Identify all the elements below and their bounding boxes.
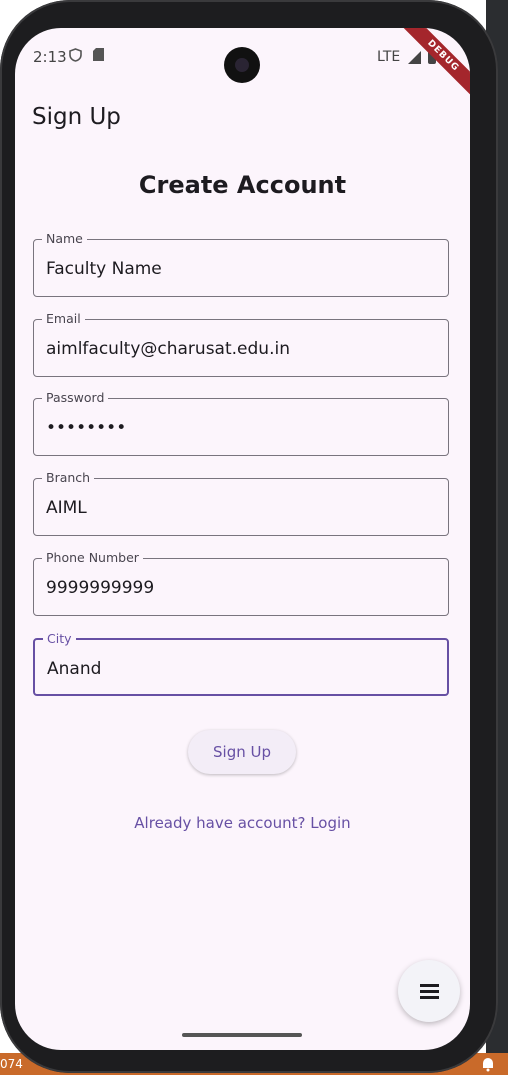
app-screen: 2:13 LTE DEBUG Sign Up Create Account Na… (15, 28, 470, 1050)
sign-up-button[interactable]: Sign Up (188, 730, 296, 774)
form-heading: Create Account (138, 171, 347, 199)
home-indicator[interactable] (182, 1033, 302, 1037)
email-field-value: aimlfaculty@charusat.edu.in (46, 339, 290, 359)
branch-field-label: Branch (42, 470, 95, 485)
branch-field-value: AIML (46, 498, 87, 518)
host-taskbar-text: 074 (0, 1057, 23, 1071)
city-field[interactable]: City Anand (33, 631, 449, 696)
name-field[interactable]: Name Faculty Name (33, 231, 449, 297)
city-field-label: City (43, 631, 76, 646)
network-type: LTE (377, 49, 401, 65)
city-field-value: Anand (47, 659, 102, 679)
phone-field[interactable]: Phone Number 9999999999 (33, 550, 449, 616)
status-time: 2:13 (33, 48, 67, 66)
menu-fab[interactable] (398, 960, 460, 1022)
signal-icon (408, 51, 421, 64)
debug-banner: DEBUG (398, 28, 470, 101)
email-field-label: Email (42, 311, 85, 326)
notification-icon[interactable] (480, 1056, 496, 1072)
branch-field[interactable]: Branch AIML (33, 470, 449, 536)
password-field[interactable]: Password •••••••• (33, 390, 449, 456)
password-field-value: •••••••• (46, 418, 127, 438)
email-field[interactable]: Email aimlfaculty@charusat.edu.in (33, 311, 449, 377)
phone-field-label: Phone Number (42, 550, 143, 565)
login-link[interactable]: Already have account? Login (15, 814, 470, 832)
front-camera (224, 47, 260, 83)
password-field-label: Password (42, 390, 109, 405)
name-field-value: Faculty Name (46, 259, 162, 279)
sd-card-icon (93, 48, 104, 65)
shield-icon (69, 48, 82, 66)
phone-frame: 2:13 LTE DEBUG Sign Up Create Account Na… (0, 0, 498, 1073)
page-title: Sign Up (32, 104, 121, 130)
phone-field-value: 9999999999 (46, 578, 155, 598)
status-bar: 2:13 LTE DEBUG (15, 28, 470, 101)
name-field-label: Name (42, 231, 87, 246)
